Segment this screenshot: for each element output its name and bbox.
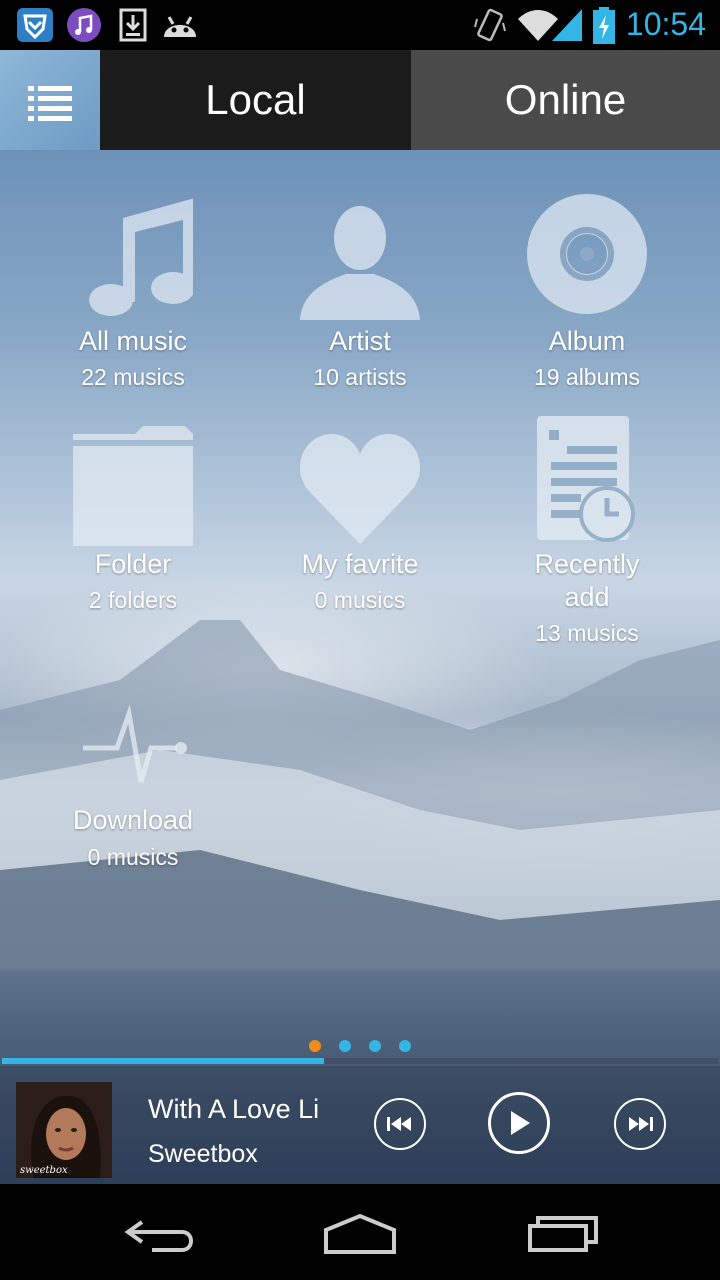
signal-icon [552,9,582,41]
category-recently-added[interactable]: Recently add 13 musics [473,412,701,662]
category-count: 22 musics [81,364,185,390]
vibrate-icon [474,8,506,42]
category-title: My favrite [301,549,419,579]
page-dot-active[interactable] [309,1040,321,1052]
library-panel: All music 22 musics Artist 10 artists Al… [0,150,720,1184]
next-button[interactable] [614,1098,666,1150]
status-time: 10:54 [625,6,706,42]
status-bar: 10:54 [0,0,720,50]
category-title: All music [78,326,187,356]
tab-bar: Local Online [0,50,720,150]
menu-button[interactable] [0,50,100,150]
category-title: Folder [94,549,172,579]
person-icon [300,206,420,320]
category-count: 13 musics [535,620,639,646]
play-icon [511,1111,530,1135]
system-nav-bar [0,1184,720,1280]
category-title: Album [548,326,626,356]
artist-name: Sweetbox [148,1140,258,1168]
category-favorite[interactable]: My favrite 0 musics [246,412,474,632]
category-artist[interactable]: Artist 10 artists [246,150,474,410]
category-title: Artist [329,326,391,356]
category-title: Recently add [534,549,640,612]
category-count: 2 folders [88,587,178,613]
disc-icon [527,194,647,314]
previous-icon [387,1117,411,1131]
album-cover-art [16,1082,112,1178]
category-count: 10 artists [313,364,407,390]
now-playing-bar[interactable]: sweetbox With A Love Li Sweetbox [0,1066,720,1184]
category-all-music[interactable]: All music 22 musics [19,150,247,410]
tab-local[interactable]: Local [100,50,411,150]
shield-app-icon [17,8,53,42]
page-dot[interactable] [339,1040,351,1052]
playback-progress-fill [2,1058,325,1064]
android-icon [164,16,196,37]
music-app-icon [67,8,101,42]
category-title: Download [72,805,194,835]
folder-icon [73,426,193,546]
category-folder[interactable]: Folder 2 folders [19,412,247,632]
back-icon[interactable] [122,1202,202,1262]
home-icon[interactable] [320,1202,400,1262]
category-album[interactable]: Album 19 albums [473,150,701,410]
tab-online[interactable]: Online [411,50,720,150]
page-dot[interactable] [399,1040,411,1052]
album-cover[interactable]: sweetbox [16,1082,112,1178]
song-title: With A Love Li [148,1094,320,1124]
category-count: 19 albums [533,364,641,390]
category-count: 0 musics [87,844,179,870]
pulse-icon [83,704,187,783]
heart-icon [300,434,420,544]
play-button[interactable] [488,1092,550,1154]
recent-document-icon [537,416,635,542]
list-menu-icon [28,86,72,121]
recent-apps-icon[interactable] [524,1202,604,1262]
download-icon [119,8,147,42]
next-icon [629,1117,653,1131]
album-cover-text: sweetbox [20,1165,68,1176]
playback-progress[interactable] [2,1058,718,1064]
page-dot[interactable] [369,1040,381,1052]
previous-button[interactable] [374,1098,426,1150]
music-note-icon [89,198,193,316]
category-count: 0 musics [314,587,406,613]
battery-charging-icon [593,7,615,44]
category-download[interactable]: Download 0 musics [19,670,247,880]
